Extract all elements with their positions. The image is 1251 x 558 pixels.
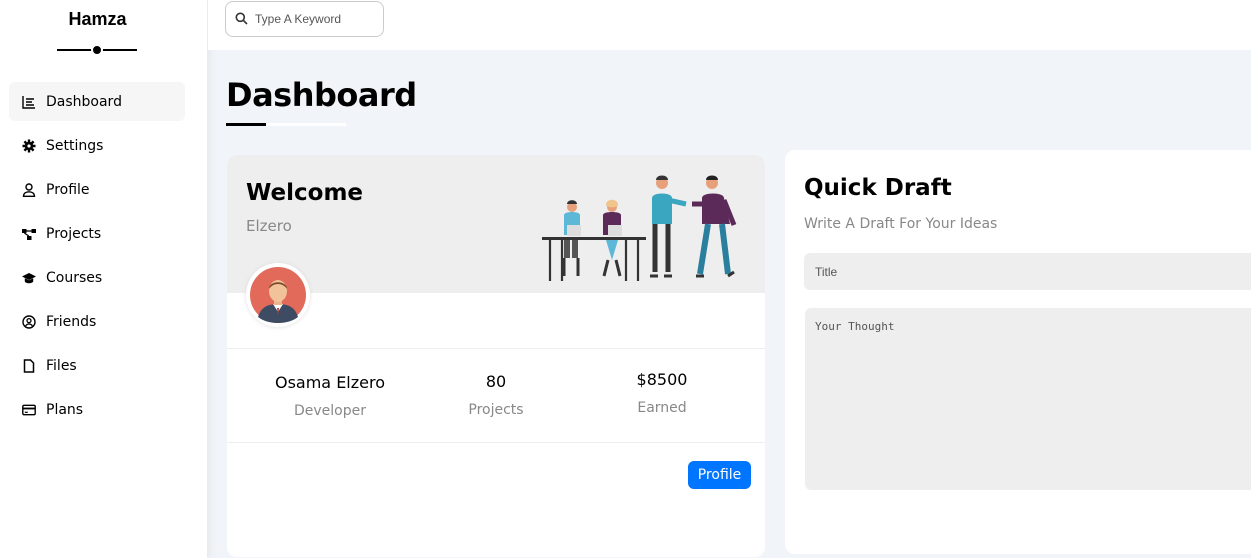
- sidebar-item-projects[interactable]: Projects: [9, 214, 185, 253]
- search-box[interactable]: [225, 1, 384, 37]
- welcome-heading: Welcome: [246, 180, 364, 206]
- diagram-icon: [22, 227, 36, 241]
- search-icon: [235, 10, 248, 29]
- credit-card-icon: [22, 403, 36, 417]
- brand-decoration: [57, 44, 137, 56]
- sidebar-item-label: Courses: [46, 269, 103, 286]
- page-title: Dashboard: [226, 76, 417, 114]
- sidebar-item-files[interactable]: Files: [9, 346, 185, 385]
- stat-label: Developer: [293, 403, 366, 419]
- sidebar-item-label: Settings: [46, 137, 104, 154]
- chart-icon: [22, 95, 36, 109]
- sidebar-item-dashboard[interactable]: Dashboard: [9, 82, 185, 121]
- stat-label: Earned: [637, 400, 687, 416]
- avatar: [246, 263, 310, 327]
- welcome-card: Welcome Elzero Osama Elzero Developer 80…: [227, 155, 765, 557]
- sidebar-item-plans[interactable]: Plans: [9, 390, 185, 429]
- stat-earned: $8500 Earned: [587, 370, 737, 416]
- user-icon: [22, 182, 36, 197]
- draft-title-input[interactable]: [804, 253, 1251, 290]
- sidebar-item-label: Friends: [46, 313, 97, 330]
- sidebar: Hamza Dashboard Settings Profile Project…: [0, 0, 207, 558]
- circle-user-icon: [22, 314, 36, 329]
- profile-button[interactable]: Profile: [688, 461, 751, 489]
- stat-value: 80: [485, 372, 507, 391]
- sidebar-item-profile[interactable]: Profile: [9, 170, 185, 209]
- stat-label: Projects: [468, 402, 524, 418]
- sidebar-nav: Dashboard Settings Profile Projects Cour…: [9, 82, 185, 434]
- sidebar-item-label: Plans: [46, 401, 84, 418]
- quick-draft-card: Quick Draft Write A Draft For Your Ideas: [785, 150, 1251, 554]
- sidebar-item-label: Files: [46, 357, 77, 374]
- gear-icon: [22, 139, 36, 153]
- stat-name: Osama Elzero Developer: [255, 373, 405, 419]
- sidebar-item-friends[interactable]: Friends: [9, 302, 185, 341]
- sidebar-item-courses[interactable]: Courses: [9, 258, 185, 297]
- stat-projects: 80 Projects: [421, 372, 571, 418]
- title-underline: [226, 123, 346, 126]
- welcome-divider: [227, 348, 765, 349]
- welcome-divider: [227, 442, 765, 443]
- search-input[interactable]: [255, 12, 375, 26]
- brand-name: Hamza: [68, 9, 127, 29]
- welcome-banner: Welcome Elzero: [227, 155, 765, 293]
- team-illustration: [542, 175, 737, 281]
- sidebar-item-label: Projects: [46, 225, 102, 242]
- quick-draft-title: Quick Draft: [804, 175, 952, 201]
- sidebar-item-label: Dashboard: [46, 93, 122, 110]
- stat-value: $8500: [636, 370, 688, 389]
- graduation-cap-icon: [22, 271, 36, 285]
- sidebar-item-settings[interactable]: Settings: [9, 126, 185, 165]
- draft-thought-textarea[interactable]: [805, 308, 1251, 490]
- quick-draft-subtitle: Write A Draft For Your Ideas: [804, 216, 998, 232]
- sidebar-item-label: Profile: [46, 181, 90, 198]
- top-header: [208, 0, 1251, 50]
- file-icon: [22, 358, 36, 373]
- welcome-subheading: Elzero: [246, 217, 292, 235]
- stat-value: Osama Elzero: [274, 373, 386, 392]
